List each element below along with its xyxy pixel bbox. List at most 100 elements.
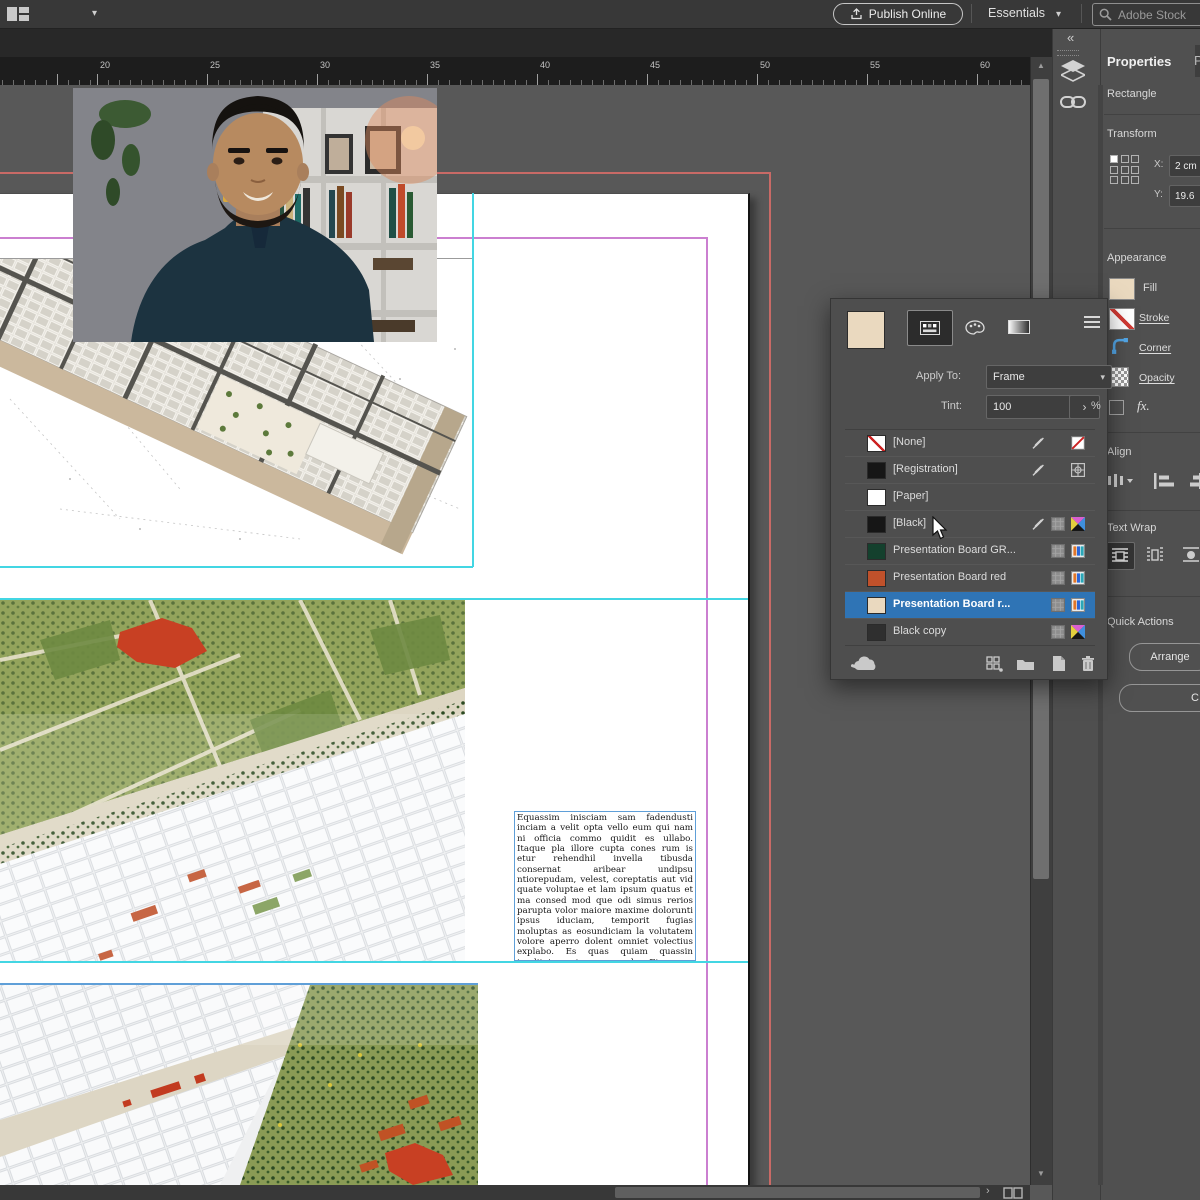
swatch-row-paper[interactable]: [Paper] xyxy=(845,484,1095,511)
ruler-tick-label: 50 xyxy=(760,60,770,70)
placed-image-masterplan-bottom[interactable] xyxy=(0,985,478,1185)
apply-to-dropdown[interactable]: Frame ▾ xyxy=(986,365,1112,389)
image-frame-edge xyxy=(0,983,478,985)
swatch-name: [Paper] xyxy=(893,490,928,502)
delete-swatch-icon[interactable] xyxy=(1080,655,1096,672)
ruler-tick-label: 35 xyxy=(430,60,440,70)
tab-swatches[interactable] xyxy=(907,310,953,346)
effects-target-icon[interactable] xyxy=(1109,400,1124,415)
panel-grip-icon[interactable] xyxy=(1057,50,1079,56)
appearance-section-title: Appearance xyxy=(1107,252,1166,264)
corner-options-icon[interactable] xyxy=(1112,338,1129,355)
arrange-documents-icon[interactable] xyxy=(7,7,31,21)
ruler-tick-label: 25 xyxy=(210,60,220,70)
next-spread-icon[interactable]: › xyxy=(986,1185,990,1197)
swatch-row-black-copy[interactable]: Black copy xyxy=(845,619,1095,645)
chevron-down-icon[interactable]: ▾ xyxy=(92,8,97,19)
panel-menu-icon[interactable] xyxy=(1084,313,1100,331)
story-text-frame[interactable]: Equassim inisciam sam fadendusti inciam … xyxy=(514,811,696,961)
swatch-list: [None] [Registration] [Paper] [Black] Pr… xyxy=(845,429,1095,646)
tab-gradient[interactable] xyxy=(997,310,1041,344)
stroke-link[interactable]: Stroke xyxy=(1139,312,1169,324)
swatch-row-presentation-board-gr[interactable]: Presentation Board GR... xyxy=(845,538,1095,565)
scroll-down-icon[interactable]: ▼ xyxy=(1037,1169,1045,1178)
selected-swatch-preview xyxy=(847,311,885,349)
workspace-switcher[interactable]: Essentials xyxy=(988,6,1045,20)
fill-swatch[interactable] xyxy=(1109,278,1135,300)
spread-view-icon[interactable] xyxy=(1003,1187,1023,1199)
swatch-row-presentation-board-r-selected[interactable]: Presentation Board r... xyxy=(845,592,1095,619)
tint-label: Tint: xyxy=(941,400,962,412)
swatch-row-none[interactable]: [None] xyxy=(845,430,1095,457)
x-value-field[interactable]: 2 cm xyxy=(1169,155,1200,177)
presenter-photo xyxy=(73,88,437,342)
column-guide-horizontal xyxy=(0,566,473,568)
new-swatch-icon[interactable] xyxy=(1051,655,1066,672)
horizontal-scrollbar-thumb[interactable] xyxy=(615,1187,980,1198)
corner-link[interactable]: Corner xyxy=(1139,342,1171,354)
swatch-color-chip xyxy=(867,543,886,560)
stock-search-input[interactable]: Adobe Stock xyxy=(1092,3,1200,26)
collapse-panels-icon[interactable]: « xyxy=(1067,30,1074,45)
reference-point-grid[interactable] xyxy=(1110,155,1139,184)
chevron-down-icon: ▾ xyxy=(1100,372,1105,383)
panel-tab-bar: Properties P xyxy=(1101,45,1200,77)
swatch-name: [Black] xyxy=(893,517,926,529)
new-group-folder-icon[interactable] xyxy=(1016,657,1035,671)
align-center-icon[interactable] xyxy=(1189,472,1200,490)
partial-quick-action-button[interactable]: C xyxy=(1119,684,1200,712)
search-icon xyxy=(1099,8,1112,21)
tab-next-partial[interactable]: P xyxy=(1194,53,1200,68)
wrap-bounding-box-button[interactable] xyxy=(1141,542,1169,568)
wrap-object-shape-button[interactable] xyxy=(1177,542,1200,568)
tint-field[interactable]: 100 xyxy=(986,395,1080,419)
swatch-color-chip xyxy=(867,435,886,452)
toolbar-divider xyxy=(1081,4,1082,23)
new-color-group-icon[interactable] xyxy=(986,656,1003,672)
ruler-tick-label: 20 xyxy=(100,60,110,70)
publish-online-label: Publish Online xyxy=(869,7,946,21)
swatch-row-presentation-board-red[interactable]: Presentation Board red xyxy=(845,565,1095,592)
upload-icon xyxy=(850,8,863,20)
arrange-label: Arrange xyxy=(1150,651,1189,663)
opacity-link[interactable]: Opacity xyxy=(1139,372,1175,384)
stroke-swatch[interactable] xyxy=(1109,308,1135,330)
cc-libraries-icon[interactable] xyxy=(849,655,879,673)
divider xyxy=(1104,114,1200,115)
wrap-none-button[interactable] xyxy=(1105,542,1135,570)
selected-object-type: Rectangle xyxy=(1107,88,1157,100)
y-value-field[interactable]: 19.6 xyxy=(1169,185,1200,207)
align-left-icon[interactable] xyxy=(1153,472,1175,490)
swatch-row-black[interactable]: [Black] xyxy=(845,511,1095,538)
swatch-row-registration[interactable]: [Registration] xyxy=(845,457,1095,484)
apply-to-label: Apply To: xyxy=(916,370,961,382)
layers-icon[interactable] xyxy=(1061,60,1085,82)
column-guide-vertical xyxy=(472,193,474,567)
tab-color-mixer[interactable] xyxy=(953,310,997,344)
swatch-color-chip xyxy=(867,516,886,533)
ruler-guide-2 xyxy=(0,961,748,963)
scroll-up-icon[interactable]: ▲ xyxy=(1037,61,1045,70)
opacity-icon[interactable] xyxy=(1111,367,1129,387)
swatch-color-chip xyxy=(867,597,886,614)
swatches-popup-panel: Apply To: Frame ▾ Tint: 100 › % [None] [… xyxy=(830,298,1108,680)
search-placeholder: Adobe Stock xyxy=(1118,8,1186,22)
placed-image-masterplan-park[interactable] xyxy=(0,600,465,961)
transform-section-title: Transform xyxy=(1107,128,1157,140)
x-label: X: xyxy=(1154,159,1163,170)
swatch-name: Presentation Board red xyxy=(893,571,1006,583)
x-value: 2 cm xyxy=(1175,161,1197,172)
y-value: 19.6 xyxy=(1175,191,1194,202)
tint-unit: % xyxy=(1091,400,1101,412)
distribute-options-icon[interactable] xyxy=(1107,472,1133,490)
arrange-button[interactable]: Arrange xyxy=(1129,643,1200,671)
fx-button[interactable]: fx. xyxy=(1137,398,1150,414)
links-icon[interactable] xyxy=(1060,94,1086,110)
workspace-chevron-icon[interactable]: ▾ xyxy=(1056,9,1061,20)
tab-properties[interactable]: Properties xyxy=(1101,45,1195,77)
horizontal-scrollbar[interactable]: › xyxy=(0,1185,1030,1200)
publish-online-button[interactable]: Publish Online xyxy=(833,3,963,25)
bleed-guide-vertical xyxy=(769,172,771,1185)
divider xyxy=(1104,510,1200,511)
swatches-icon xyxy=(920,321,940,335)
